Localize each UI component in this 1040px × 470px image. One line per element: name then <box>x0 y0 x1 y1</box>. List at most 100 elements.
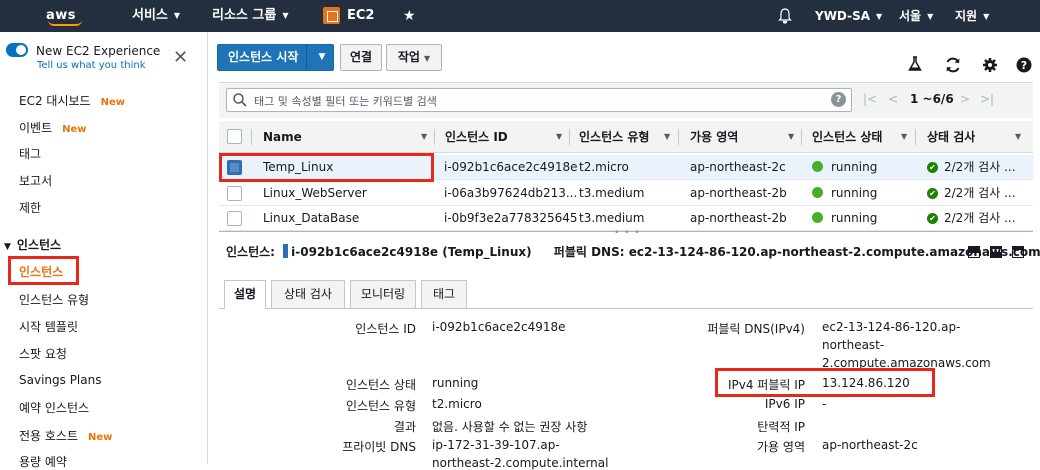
row-checkbox[interactable] <box>227 211 242 226</box>
status-check-text: 2/2개 검사 ... <box>944 186 1016 200</box>
sort-caret-icon[interactable]: ▼ <box>901 121 907 153</box>
sidebar-item-capacity-reservations[interactable]: 용량 예약 <box>19 453 67 470</box>
cell-instance-type: t3.medium <box>579 211 645 225</box>
column-divider <box>915 129 916 145</box>
tab-monitoring[interactable]: 모니터링 <box>350 280 416 308</box>
running-status-icon <box>812 161 823 172</box>
panel-minimize-icon[interactable] <box>1012 246 1024 258</box>
bell-icon[interactable] <box>778 8 792 24</box>
ec2-service-link[interactable]: EC2 <box>347 0 374 32</box>
public-dns-label: 퍼블릭 DNS: <box>553 245 625 259</box>
panel-split-icon[interactable] <box>990 246 1002 258</box>
cell-name: Linux_WebServer <box>263 186 367 200</box>
column-header-instance-type[interactable]: 인스턴스 유형 <box>579 121 649 152</box>
chevron-down-icon: ▼ <box>282 11 289 20</box>
close-icon[interactable]: ✕ <box>173 49 188 67</box>
sort-caret-icon[interactable]: ▼ <box>788 121 794 153</box>
sidebar-item-reserved-instances[interactable]: 예약 인스턴스 <box>19 399 89 416</box>
status-check-text: 2/2개 검사 ... <box>944 160 1016 174</box>
drag-handle-icon[interactable]: • • • <box>614 228 641 238</box>
column-header-instance-id[interactable]: 인스턴스 ID <box>445 121 508 152</box>
flask-icon[interactable] <box>908 56 922 72</box>
field-value-availability-zone: ap-northeast-2c <box>822 438 918 452</box>
feedback-link[interactable]: Tell us what you think <box>37 60 146 71</box>
sort-caret-icon[interactable]: ▼ <box>421 121 427 153</box>
search-help-icon[interactable]: ? <box>831 92 846 107</box>
cell-instance-type: t3.medium <box>579 186 645 200</box>
refresh-icon[interactable] <box>944 56 962 74</box>
sidebar-item-events[interactable]: 이벤트 New <box>19 119 87 136</box>
region-label: 서울 <box>899 9 922 23</box>
cell-instance-state: running <box>812 206 877 230</box>
table-row[interactable]: Linux_WebServer i-06a3b97624db213... t3.… <box>219 181 1033 206</box>
sidebar-item-reports[interactable]: 보고서 <box>19 172 52 189</box>
gear-icon[interactable] <box>982 57 998 73</box>
panel-maximize-icon[interactable] <box>968 246 980 258</box>
column-divider <box>251 129 252 145</box>
previous-page-icon[interactable]: < <box>888 92 898 106</box>
chevron-down-icon: ▼ <box>876 12 883 21</box>
search-input[interactable]: 태그 및 속성별 필터 또는 키워드별 검색 ? <box>226 88 852 112</box>
aws-logo[interactable]: aws <box>46 0 76 32</box>
field-label-instance-type: 인스턴스 유형 <box>345 399 416 413</box>
last-page-icon[interactable]: >| <box>980 92 994 106</box>
launch-dropdown-caret-icon[interactable]: ▼ <box>310 44 334 71</box>
sidebar-item-limits[interactable]: 제한 <box>19 199 41 216</box>
sort-caret-icon[interactable]: ▼ <box>556 121 562 153</box>
field-label-findings: 결과 <box>393 420 416 434</box>
sidebar-item-ec2-dashboard[interactable]: EC2 대시보드 New <box>19 92 125 109</box>
support-menu[interactable]: 지원 ▼ <box>955 0 989 32</box>
actions-label: 작업 <box>397 50 420 64</box>
running-status-icon <box>812 212 823 223</box>
connect-button[interactable]: 연결 <box>340 44 382 71</box>
sidebar-item-savings-plans[interactable]: Savings Plans <box>19 373 101 387</box>
column-header-name[interactable]: Name <box>263 121 302 152</box>
sidebar-item-instance-types[interactable]: 인스턴스 유형 <box>19 291 89 308</box>
status-check-text: 2/2개 검사 ... <box>944 211 1016 225</box>
column-header-instance-state[interactable]: 인스턴스 상태 <box>812 121 882 152</box>
field-label-private-dns: 프라이빗 DNS <box>342 440 416 454</box>
column-header-availability-zone[interactable]: 가용 영역 <box>690 121 738 152</box>
row-checkbox[interactable] <box>227 186 242 201</box>
sidebar-section-instances[interactable]: ▼ 인스턴스 <box>4 236 61 253</box>
tab-status-checks[interactable]: 상태 검사 <box>271 280 345 308</box>
sidebar-item-spot-requests[interactable]: 스팟 요청 <box>19 345 67 362</box>
chevron-down-icon: ▼ <box>423 54 431 63</box>
account-menu[interactable]: YWD-SA ▼ <box>815 0 882 32</box>
pin-icon[interactable]: ★ <box>403 0 416 32</box>
cell-instance-id: i-0b9f3e2a778325645 <box>444 211 578 225</box>
new-experience-toggle[interactable] <box>6 43 28 57</box>
field-value-private-dns-cont: northeast-2.compute.internal <box>432 456 609 470</box>
chevron-down-icon: ▼ <box>173 11 181 20</box>
tab-tags[interactable]: 태그 <box>421 280 467 308</box>
cell-status-checks: ✔ 2/2개 검사 ... <box>927 181 1016 205</box>
sort-caret-icon[interactable]: ▼ <box>664 121 670 153</box>
sidebar-item-tags[interactable]: 태그 <box>19 145 41 162</box>
help-icon[interactable]: ? <box>1016 57 1032 73</box>
chevron-down-icon: ▼ <box>927 12 934 21</box>
highlight-box-temp-linux-row <box>219 153 434 182</box>
instance-state-text: running <box>831 186 878 200</box>
new-badge: New <box>88 432 113 443</box>
next-page-icon[interactable]: > <box>960 92 970 106</box>
resource-groups-menu[interactable]: 리소스 그룹 ▼ <box>212 0 288 32</box>
actions-button[interactable]: 작업 ▼ <box>386 44 442 71</box>
tab-description[interactable]: 설명 <box>224 280 266 309</box>
first-page-icon[interactable]: |< <box>863 92 877 106</box>
cell-availability-zone: ap-northeast-2c <box>690 160 786 174</box>
select-all-checkbox[interactable] <box>227 129 242 144</box>
cell-status-checks: ✔ 2/2개 검사 ... <box>927 206 1016 230</box>
sidebar-item-launch-templates[interactable]: 시작 템플릿 <box>19 318 78 335</box>
sidebar: New EC2 Experience Tell us what you thin… <box>0 32 208 469</box>
region-menu[interactable]: 서울 ▼ <box>899 0 933 32</box>
column-divider <box>434 129 435 145</box>
instance-state-text: running <box>831 160 878 174</box>
sidebar-item-dedicated-hosts[interactable]: 전용 호스트 New <box>19 427 112 444</box>
services-label: 서비스 <box>132 8 168 23</box>
column-header-status-checks[interactable]: 상태 검사 <box>927 121 975 152</box>
new-badge: New <box>100 97 125 108</box>
cell-availability-zone: ap-northeast-2b <box>690 186 787 200</box>
sort-caret-icon[interactable]: ▼ <box>1015 121 1021 153</box>
services-menu[interactable]: 서비스 ▼ <box>132 0 180 32</box>
cell-instance-state: running <box>812 181 877 205</box>
